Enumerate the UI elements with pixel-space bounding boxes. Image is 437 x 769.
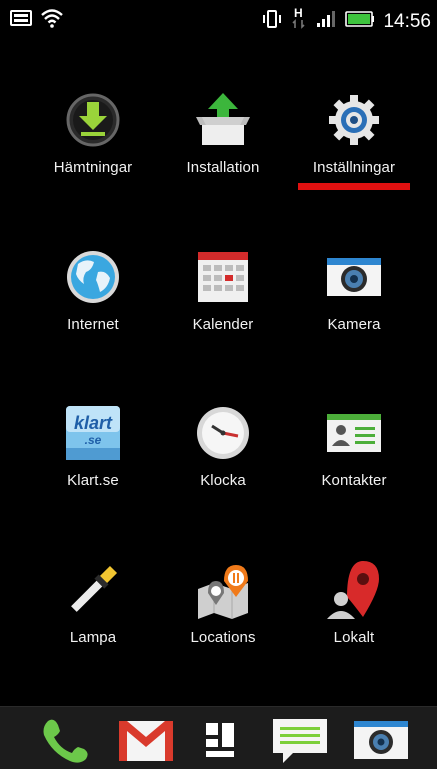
status-time: 14:56 [383, 10, 431, 32]
app-label: Klart.se [67, 472, 119, 489]
app-label: Inställningar [312, 159, 396, 176]
dock-camera[interactable] [352, 715, 410, 765]
battery-icon [345, 10, 375, 33]
app-kontakter[interactable]: Kontakter [284, 404, 424, 524]
flashlight-icon [64, 561, 122, 619]
klart-logo-icon: klart .se [64, 404, 122, 462]
camera-icon [352, 721, 410, 769]
vibrate-icon [261, 9, 283, 34]
app-label: Kontakter [321, 472, 387, 489]
app-kamera[interactable]: Kamera [284, 248, 424, 368]
dock-gmail[interactable] [117, 715, 175, 765]
location-pin-person-icon [325, 561, 383, 619]
app-kalender[interactable]: Kalender [153, 248, 293, 368]
app-drawer-icon [192, 723, 250, 769]
app-label: Lampa [69, 629, 117, 646]
status-bar: H 14:56 [0, 0, 437, 38]
app-installation[interactable]: Installation [153, 91, 293, 211]
keyboard-icon [10, 10, 32, 31]
app-internet[interactable]: Internet [23, 248, 163, 368]
calendar-icon [194, 248, 252, 306]
svg-text:H: H [294, 6, 303, 20]
app-label: Kalender [192, 316, 254, 333]
gmail-icon [117, 721, 175, 769]
map-pins-icon [194, 561, 252, 619]
dock-app-drawer[interactable] [192, 715, 250, 765]
app-label: Hämtningar [53, 159, 133, 176]
svg-text:.se: .se [85, 433, 102, 447]
dock [0, 706, 437, 769]
svg-text:klart: klart [74, 413, 113, 433]
app-locations[interactable]: Locations [153, 561, 293, 681]
selection-indicator [298, 183, 410, 190]
install-box-icon [194, 91, 252, 149]
signal-icon [315, 9, 337, 34]
hspa-data-icon: H [291, 6, 307, 37]
download-icon [64, 91, 122, 149]
app-klocka[interactable]: Klocka [153, 404, 293, 524]
contacts-card-icon [325, 404, 383, 462]
wifi-icon [40, 8, 64, 33]
dock-messages[interactable] [271, 715, 329, 765]
message-icon [271, 719, 329, 769]
app-klart[interactable]: klart .se Klart.se [23, 404, 163, 524]
app-lampa[interactable]: Lampa [23, 561, 163, 681]
globe-icon [64, 248, 122, 306]
app-label: Klocka [200, 472, 246, 489]
app-label: Installation [186, 159, 260, 176]
camera-icon [325, 248, 383, 306]
app-label: Internet [67, 316, 119, 333]
app-hamtningar[interactable]: Hämtningar [23, 91, 163, 211]
app-label: Locations [190, 629, 256, 646]
phone-icon [36, 719, 94, 769]
dock-phone[interactable] [36, 715, 94, 765]
app-label: Kamera [327, 316, 381, 333]
gear-icon [325, 91, 383, 149]
app-lokalt[interactable]: Lokalt [284, 561, 424, 681]
home-screen: H 14:56 Hämtningar Installation Inställn… [0, 0, 437, 769]
app-installningar[interactable]: Inställningar [284, 91, 424, 211]
clock-icon [194, 404, 252, 462]
app-label: Lokalt [333, 629, 375, 646]
